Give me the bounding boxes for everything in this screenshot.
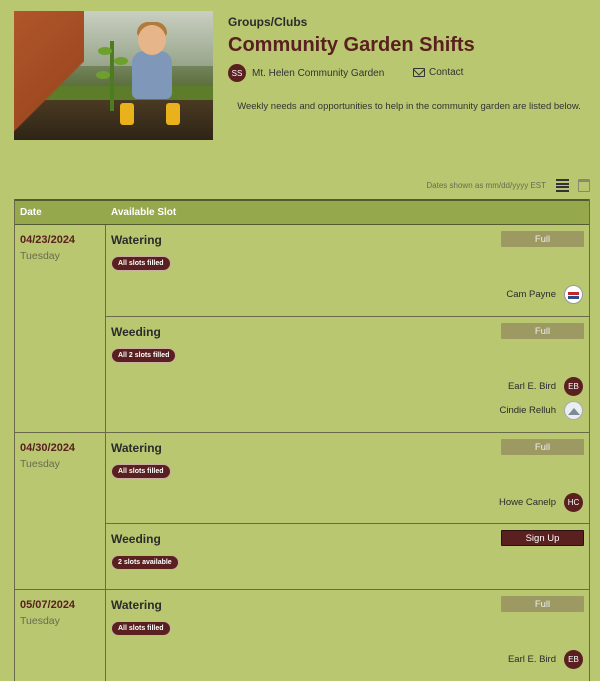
- sign-up-button[interactable]: Sign Up: [501, 530, 584, 546]
- volunteer: Cindie Relluh: [111, 399, 583, 421]
- volunteer-name: Earl E. Bird: [507, 653, 556, 665]
- mountain-avatar: [564, 400, 583, 420]
- contact-label: Contact: [429, 67, 464, 78]
- page-title: Community Garden Shifts: [228, 34, 475, 56]
- volunteer: Howe Canelp HC: [111, 491, 583, 513]
- volunteer: Earl E. Bird EB: [111, 375, 583, 397]
- volunteer-name: Cam Payne: [506, 288, 556, 300]
- date-group: 04/23/2024 Tuesday Watering All slots fi…: [15, 225, 589, 433]
- col-slot: Available Slot: [111, 207, 177, 218]
- slot-row: Weeding All 2 slots filled Full Earl E. …: [106, 317, 589, 432]
- mail-icon: [413, 68, 425, 77]
- vote-badge-avatar: [564, 284, 583, 304]
- signup-table: Date Available Slot 04/23/2024 Tuesday W…: [14, 199, 590, 681]
- date-value: 04/30/2024: [20, 442, 76, 454]
- date-cell: 04/30/2024 Tuesday: [15, 433, 106, 589]
- date-value: 05/07/2024: [20, 599, 76, 611]
- organizer-link[interactable]: SS Mt. Helen Community Garden: [228, 64, 384, 82]
- slot-row: Watering All slots filled Full Cam Payne: [106, 225, 589, 317]
- volunteer-name: Cindie Relluh: [499, 404, 556, 416]
- status-badge: All slots filled: [111, 464, 171, 479]
- dates-note: Dates shown as mm/dd/yyyy EST: [426, 181, 546, 190]
- status-badge: All 2 slots filled: [111, 348, 177, 363]
- calendar-view-icon[interactable]: [578, 179, 590, 192]
- table-header: Date Available Slot: [15, 199, 589, 225]
- volunteer: Earl E. Bird EB: [111, 648, 583, 670]
- description: Weekly needs and opportunities to help i…: [237, 101, 581, 112]
- organizer-avatar: SS: [228, 64, 246, 82]
- weekday: Tuesday: [20, 250, 60, 262]
- avatar: EB: [564, 649, 583, 669]
- volunteer: Cam Payne: [111, 283, 583, 305]
- slot-row: Weeding 2 slots available Sign Up: [106, 524, 589, 589]
- date-group: 05/07/2024 Tuesday Watering All slots fi…: [15, 590, 589, 681]
- date-group: 04/30/2024 Tuesday Watering All slots fi…: [15, 433, 589, 590]
- list-view-icon[interactable]: [556, 179, 569, 192]
- full-button: Full: [501, 323, 584, 339]
- col-date: Date: [20, 207, 42, 218]
- full-button: Full: [501, 596, 584, 612]
- hero-image: [14, 11, 213, 140]
- status-badge: 2 slots available: [111, 555, 179, 570]
- weekday: Tuesday: [20, 615, 60, 627]
- full-button: Full: [501, 231, 584, 247]
- slot-row: Watering All slots filled Full Howe Cane…: [106, 433, 589, 524]
- volunteer-name: Howe Canelp: [498, 496, 556, 508]
- status-badge: All slots filled: [111, 621, 171, 636]
- date-cell: 04/23/2024 Tuesday: [15, 225, 106, 432]
- date-cell: 05/07/2024 Tuesday: [15, 590, 106, 681]
- contact-link[interactable]: Contact: [413, 67, 463, 78]
- date-value: 04/23/2024: [20, 234, 76, 246]
- slot-row: Watering All slots filled Full Earl E. B…: [106, 590, 589, 681]
- avatar: HC: [564, 492, 583, 512]
- category-label: Groups/Clubs: [228, 15, 308, 29]
- organizer-name: Mt. Helen Community Garden: [252, 67, 385, 79]
- full-button: Full: [501, 439, 584, 455]
- volunteer-name: Earl E. Bird: [507, 380, 556, 392]
- weekday: Tuesday: [20, 458, 60, 470]
- status-badge: All slots filled: [111, 256, 171, 271]
- avatar: EB: [564, 376, 583, 396]
